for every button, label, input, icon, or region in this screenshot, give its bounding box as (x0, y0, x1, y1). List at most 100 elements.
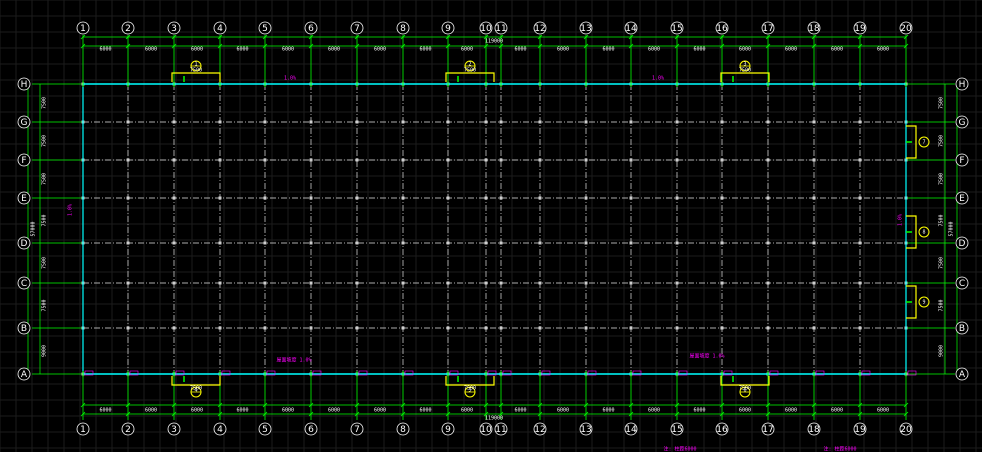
column-node (484, 158, 488, 162)
dim-bay-bottom: 6000 (557, 408, 569, 414)
column-node (858, 158, 862, 162)
dim-total-bottom: 119000 (485, 416, 503, 422)
dim-bay-top: 6000 (693, 47, 705, 53)
axis-label-col-5: 5 (262, 425, 268, 435)
column-node (126, 281, 130, 285)
column-node (629, 120, 633, 124)
background-grid (0, 0, 982, 452)
dim-row-left: 7500 (42, 173, 48, 185)
axis-label-row-G: G (21, 118, 28, 128)
axis-label-col-11: 11 (495, 425, 506, 435)
dim-bay-top: 6000 (514, 47, 526, 53)
door-bracket (720, 72, 770, 82)
axis-label-col-2: 2 (125, 24, 131, 34)
door-width-dim: 7500 (464, 386, 476, 392)
dim-bay-bottom: 6000 (191, 408, 203, 414)
dim-row-left: 7500 (42, 257, 48, 269)
column-node (484, 326, 488, 330)
axis-label-col-13: 13 (580, 24, 591, 34)
column-node (355, 120, 359, 124)
annotations: 1.0% 1.0% 屋面坡度 1.0% 屋面坡度 1.0% 1.0% 1.0% 注: 柱距6… (68, 76, 917, 452)
column-node (584, 281, 588, 285)
column-node (401, 326, 405, 330)
column-node (720, 196, 724, 200)
cad-drawing-canvas[interactable]: 119000 119000 6000 6000 6000 6000 6000 6000 6000… (0, 0, 982, 452)
column-node (629, 158, 633, 162)
column-node (584, 241, 588, 245)
column-node (263, 281, 267, 285)
dim-bay-top: 6000 (739, 47, 751, 53)
axis-label-col-12: 12 (534, 24, 545, 34)
dim-bay-top: 6000 (282, 47, 294, 53)
axis-label-col-10: 10 (480, 425, 492, 435)
axis-label-col-4: 4 (217, 24, 223, 34)
column-node (126, 326, 130, 330)
column-node (766, 281, 770, 285)
door-number-right: 9 (922, 300, 925, 306)
column-node (629, 196, 633, 200)
door-bracket (445, 72, 495, 82)
column-node (172, 158, 176, 162)
axis-label-col-11: 11 (495, 24, 506, 34)
axis-label-col-18: 18 (808, 425, 820, 435)
column-node (812, 158, 816, 162)
column-node (484, 196, 488, 200)
column-node (355, 241, 359, 245)
column-node (172, 281, 176, 285)
column-node (263, 120, 267, 124)
axis-label-row-B: B (21, 324, 27, 334)
dim-bay-top: 6000 (602, 47, 614, 53)
axis-label-col-15: 15 (671, 425, 682, 435)
dim-bay-top: 6000 (328, 47, 340, 53)
dim-bay-top: 6000 (99, 47, 111, 53)
axis-label-col-19: 19 (854, 24, 866, 34)
axis-label-col-2: 2 (125, 425, 131, 435)
axis-label-col-5: 5 (262, 24, 268, 34)
footer-note-1: 注: 柱距6000 (663, 446, 696, 452)
axis-label-col-8: 8 (400, 24, 406, 34)
column-node (812, 120, 816, 124)
axis-label-row-E: E (21, 194, 27, 204)
dim-total-left: 57000 (31, 221, 37, 236)
axis-label-col-20: 20 (900, 425, 912, 435)
slope-note-right: 1.0% (898, 214, 904, 226)
column-node (355, 281, 359, 285)
axis-label-col-15: 15 (671, 24, 682, 34)
column-node (446, 241, 450, 245)
axis-label-col-10: 10 (480, 24, 492, 34)
axis-label-col-9: 9 (445, 425, 451, 435)
column-node (766, 158, 770, 162)
column-node (538, 241, 542, 245)
axis-label-col-7: 7 (354, 24, 360, 34)
column-node (218, 120, 222, 124)
column-node (263, 196, 267, 200)
dim-row-left: 7500 (42, 299, 48, 311)
column-node (499, 241, 503, 245)
dim-row-right: 9000 (939, 345, 945, 357)
dim-bay-top: 6000 (191, 47, 203, 53)
dim-bay-bottom: 6000 (419, 408, 431, 414)
column-node (218, 196, 222, 200)
column-node (355, 196, 359, 200)
axis-label-row-E: E (959, 194, 965, 204)
dim-row-left: 7500 (42, 135, 48, 147)
column-node (172, 326, 176, 330)
door-width-dim: 7500 (739, 68, 751, 74)
column-node (812, 326, 816, 330)
dim-bay-top: 6000 (648, 47, 660, 53)
column-node (172, 241, 176, 245)
dim-bay-bottom: 6000 (648, 408, 660, 414)
axis-label-row-H: H (21, 80, 28, 90)
column-node (218, 281, 222, 285)
column-node (812, 281, 816, 285)
dim-bay-bottom: 6000 (461, 408, 473, 414)
axis-label-col-4: 4 (217, 425, 223, 435)
column-node (675, 326, 679, 330)
axis-label-col-20: 20 (900, 24, 912, 34)
column-node (538, 158, 542, 162)
column-node (720, 120, 724, 124)
door-width-dim: 7500 (190, 68, 202, 74)
column-node (484, 241, 488, 245)
column-node (629, 281, 633, 285)
column-node (499, 120, 503, 124)
